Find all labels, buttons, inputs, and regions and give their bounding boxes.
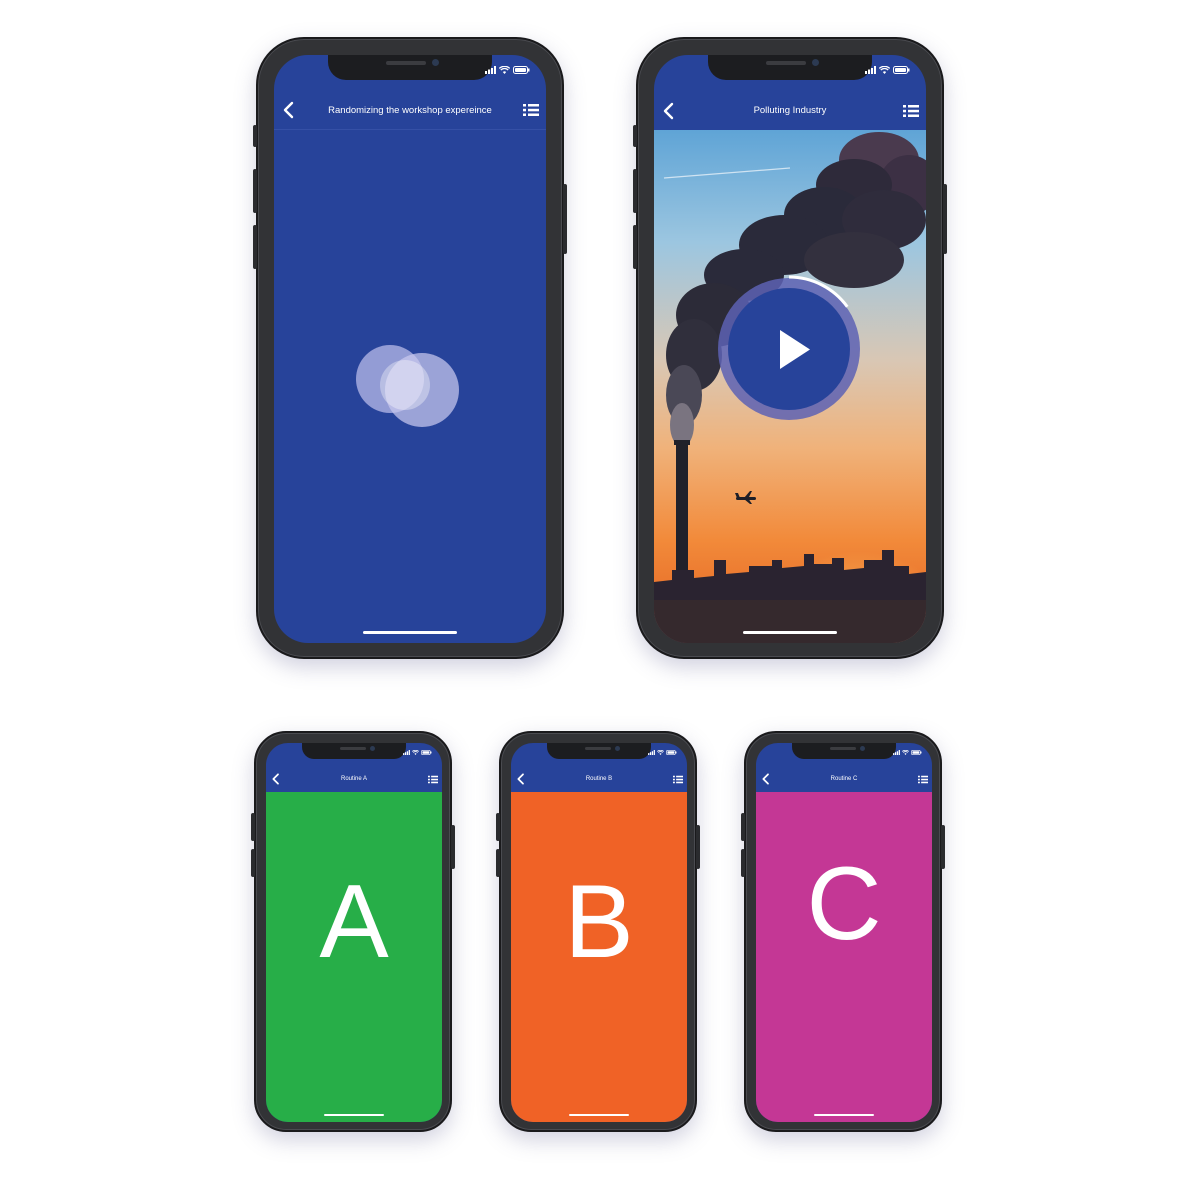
battery-icon (893, 66, 910, 74)
notch (547, 743, 651, 759)
volume-up-button (633, 169, 637, 213)
phone-routine-c: Routine C C (741, 731, 945, 1132)
page-title: Routine C (830, 776, 858, 782)
screen: Routine B B (511, 743, 687, 1122)
back-button[interactable] (271, 773, 281, 785)
volume-down-button (253, 225, 257, 269)
power-button (451, 825, 455, 869)
home-indicator[interactable] (569, 1114, 629, 1116)
back-button[interactable] (662, 102, 676, 120)
routine-letter: C (806, 846, 882, 962)
list-icon (523, 104, 539, 116)
routine-panel: C (756, 792, 932, 1122)
volume-down-button (741, 849, 745, 877)
menu-button[interactable] (673, 775, 683, 784)
chevron-left-icon (663, 102, 674, 119)
overlapping-circles-icon (356, 345, 459, 427)
power-button (943, 184, 947, 254)
page-title: Routine B (585, 776, 613, 782)
menu-button[interactable] (523, 103, 539, 117)
wifi-icon (412, 750, 419, 755)
routine-panel: B (511, 792, 687, 1122)
volume-up-button (496, 813, 500, 841)
signal-icon (648, 750, 655, 755)
loading-indicator (355, 339, 465, 433)
power-button (696, 825, 700, 869)
status-bar (893, 750, 922, 755)
home-indicator[interactable] (743, 631, 837, 634)
play-control[interactable] (715, 275, 863, 423)
page-title: Randomizing the workshop expereince (328, 104, 492, 116)
list-icon (918, 775, 928, 783)
wifi-icon (902, 750, 909, 755)
signal-icon (485, 66, 496, 74)
volume-down-button (633, 225, 637, 269)
volume-up-button (741, 813, 745, 841)
nav-bar: Routine C (756, 766, 932, 792)
page-title: Routine A (340, 776, 368, 782)
battery-icon (421, 750, 432, 755)
routine-letter: A (319, 864, 389, 980)
screen: Randomizing the workshop expereince (274, 55, 546, 643)
nav-bar: Randomizing the workshop expereince (274, 91, 546, 130)
side-button (633, 125, 637, 147)
notch (792, 743, 896, 759)
nav-bar: Routine B (511, 766, 687, 792)
routine-letter: B (564, 864, 634, 980)
status-bar (485, 66, 530, 74)
notch (302, 743, 406, 759)
nav-bar: Polluting Industry (654, 91, 926, 130)
screen: Routine C C (756, 743, 932, 1122)
power-button (563, 184, 567, 254)
list-icon (428, 775, 438, 783)
notch (328, 55, 492, 80)
progress-ring (715, 275, 863, 423)
phone-randomizing: Randomizing the workshop expereince (253, 37, 567, 659)
volume-down-button (496, 849, 500, 877)
back-button[interactable] (761, 773, 771, 785)
battery-icon (513, 66, 530, 74)
chevron-left-icon (272, 773, 279, 785)
list-icon (903, 104, 919, 117)
back-button[interactable] (282, 101, 296, 119)
back-button[interactable] (516, 773, 526, 785)
power-button (941, 825, 945, 869)
notch (708, 55, 872, 80)
status-bar (648, 750, 677, 755)
phone-routine-b: Routine B B (496, 731, 700, 1132)
chevron-left-icon (517, 773, 524, 785)
signal-icon (865, 66, 876, 74)
menu-button[interactable] (903, 104, 919, 118)
phone-routine-a: Routine A A (251, 731, 455, 1132)
nav-bar: Routine A (266, 766, 442, 792)
volume-up-button (251, 813, 255, 841)
page-title: Polluting Industry (753, 105, 827, 116)
wifi-icon (499, 66, 510, 74)
battery-icon (911, 750, 922, 755)
status-bar (403, 750, 432, 755)
battery-icon (666, 750, 677, 755)
menu-button[interactable] (428, 775, 438, 784)
signal-icon (893, 750, 900, 755)
menu-button[interactable] (918, 775, 928, 784)
screen: Polluting Industry (654, 55, 926, 643)
screen: Routine A A (266, 743, 442, 1122)
wifi-icon (657, 750, 664, 755)
wifi-icon (879, 66, 890, 74)
chevron-left-icon (283, 101, 294, 119)
volume-down-button (251, 849, 255, 877)
signal-icon (403, 750, 410, 755)
status-bar (865, 66, 910, 74)
phone-polluting-industry: Polluting Industry (633, 37, 947, 659)
chevron-left-icon (762, 773, 769, 785)
home-indicator[interactable] (814, 1114, 874, 1116)
list-icon (673, 775, 683, 783)
routine-panel: A (266, 792, 442, 1122)
home-indicator[interactable] (324, 1114, 384, 1116)
volume-up-button (253, 169, 257, 213)
home-indicator[interactable] (363, 631, 457, 634)
side-button (253, 125, 257, 147)
